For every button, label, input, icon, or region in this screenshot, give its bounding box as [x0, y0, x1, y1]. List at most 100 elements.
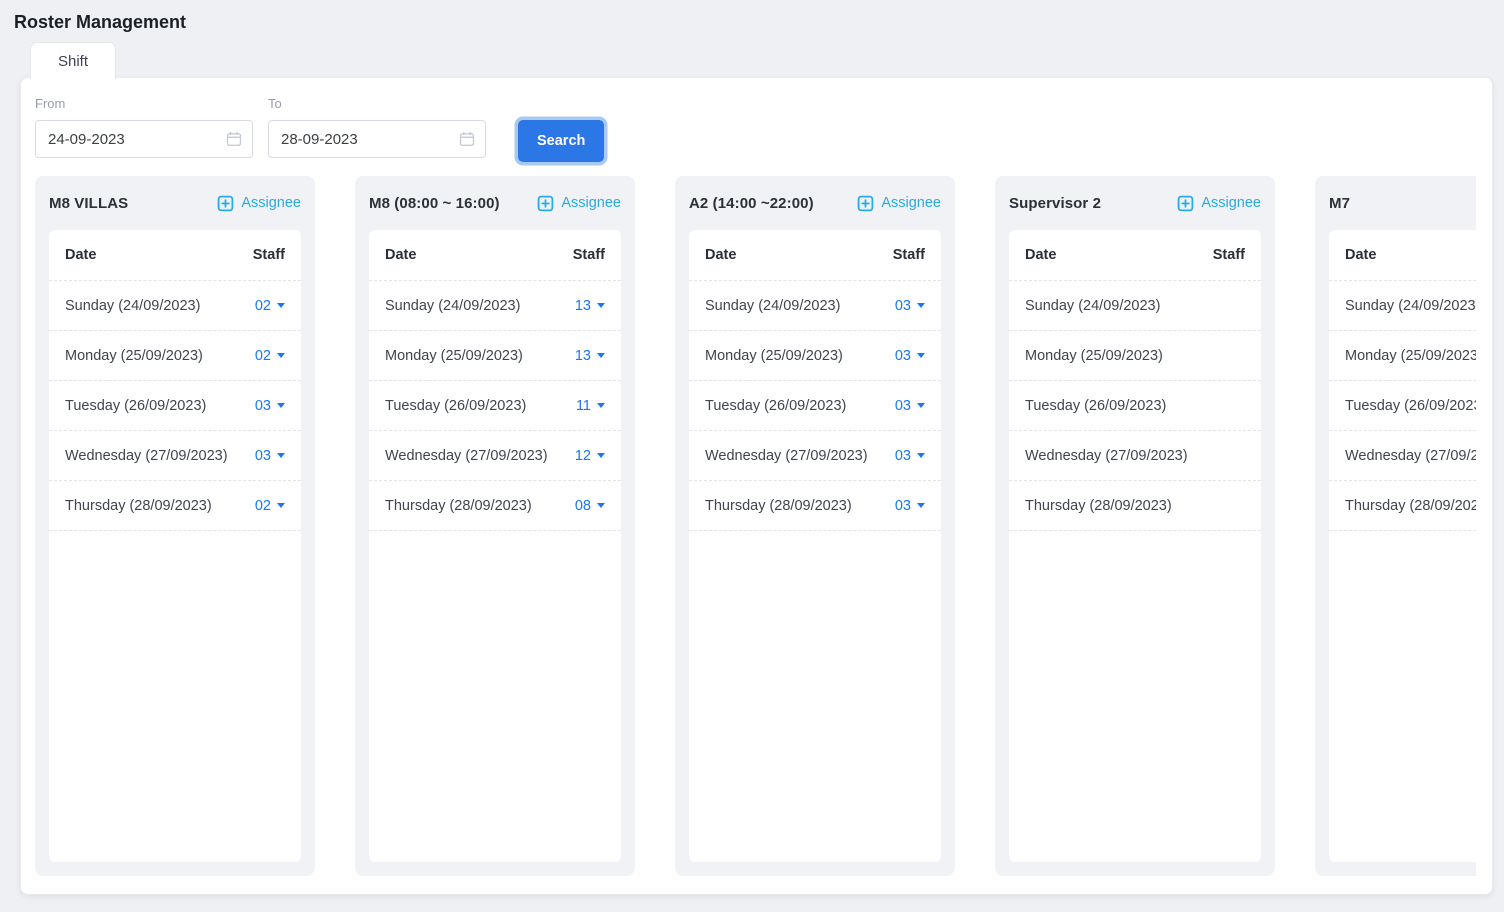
staff-count-dropdown[interactable]: 11 [576, 398, 605, 414]
shift-row: Sunday (24/09/2023) 03 [689, 281, 941, 331]
shift-row: Monday (25/09/2023) 02 [49, 331, 301, 381]
staff-count-dropdown[interactable]: 02 [255, 498, 285, 514]
staff-count-value: 03 [895, 298, 911, 314]
shift-row-date: Wednesday (27/09/2023) [1345, 448, 1492, 464]
shift-table-rows: Sunday (24/09/2023) 13 Monday (25/09/202… [369, 281, 621, 531]
caret-down-icon [597, 453, 605, 458]
caret-down-icon [597, 353, 605, 358]
shift-row-date: Tuesday (26/09/2023) [65, 398, 206, 414]
shift-row-date: Sunday (24/09/2023) [65, 298, 200, 314]
staff-count-value: 12 [575, 448, 591, 464]
shift-row-date: Monday (25/09/2023) [1345, 348, 1483, 364]
date-column-header: Date [65, 247, 96, 263]
add-assignee-button[interactable]: Assignee [537, 195, 621, 212]
shift-row: Sunday (24/09/2023) [1009, 281, 1261, 331]
shift-row: Thursday (28/09/2023) 03 [689, 481, 941, 531]
shift-row-date: Thursday (28/09/2023) [65, 498, 212, 514]
shift-row: Monday (25/09/2023) 03 [689, 331, 941, 381]
staff-column-header: Staff [253, 247, 285, 263]
shift-table-header: Date Staff [49, 230, 301, 281]
caret-down-icon [277, 403, 285, 408]
shift-row-date: Thursday (28/09/2023) [385, 498, 532, 514]
shift-row-date: Sunday (24/09/2023) [705, 298, 840, 314]
staff-count-dropdown[interactable]: 13 [575, 298, 605, 314]
shift-table-rows: Sunday (24/09/2023) 02 Monday (25/09/202… [49, 281, 301, 531]
date-column-header: Date [1025, 247, 1056, 263]
shift-table: Date Staff Sunday (24/09/2023) 13 Monday… [369, 230, 621, 862]
staff-count-dropdown[interactable]: 08 [575, 498, 605, 514]
shift-row-date: Thursday (28/09/2023) [705, 498, 852, 514]
tab-shift[interactable]: Shift [30, 42, 116, 79]
shift-row-date: Sunday (24/09/2023) [385, 298, 520, 314]
staff-column-header: Staff [893, 247, 925, 263]
to-date-input[interactable] [268, 120, 486, 158]
staff-count-value: 03 [895, 498, 911, 514]
staff-count-dropdown[interactable]: 03 [895, 448, 925, 464]
shift-card-header: M8 VILLAS Assignee [49, 176, 301, 230]
shift-row-date: Sunday (24/09/2023) [1345, 298, 1480, 314]
shift-table-rows: Sunday (24/09/2023) Monday (25/09/2023) … [1009, 281, 1261, 531]
from-label: From [35, 96, 253, 112]
shift-table-header: Date Staff [689, 230, 941, 281]
staff-count-value: 02 [255, 498, 271, 514]
shift-card-title: M8 VILLAS [49, 195, 128, 212]
staff-count-dropdown[interactable]: 13 [575, 348, 605, 364]
shift-row-date: Tuesday (26/09/2023) [385, 398, 526, 414]
shift-row-date: Tuesday (26/09/2023) [1345, 398, 1486, 414]
staff-count-dropdown[interactable]: 03 [895, 498, 925, 514]
staff-count-value: 13 [575, 348, 591, 364]
shift-row-date: Monday (25/09/2023) [1025, 348, 1163, 364]
page-title: Roster Management [14, 10, 1493, 34]
shift-card-header: M7 Assignee [1329, 176, 1492, 230]
shift-card: M8 VILLAS Assignee Date Staff Sunday (24… [35, 176, 315, 876]
shift-row-date: Monday (25/09/2023) [65, 348, 203, 364]
staff-count-value: 02 [255, 298, 271, 314]
caret-down-icon [597, 503, 605, 508]
add-assignee-button[interactable]: Assignee [1177, 195, 1261, 212]
date-column-header: Date [705, 247, 736, 263]
shift-row-date: Thursday (28/09/2023) [1345, 498, 1492, 514]
caret-down-icon [277, 303, 285, 308]
shift-card: M7 Assignee Date Staff Sunday (24/09/202… [1315, 176, 1492, 876]
shift-card: A2 (14:00 ~22:00) Assignee Date Staff Su… [675, 176, 955, 876]
shift-row: Sunday (24/09/2023) [1329, 281, 1492, 331]
staff-count-value: 03 [255, 398, 271, 414]
shift-columns-scroller[interactable]: M8 VILLAS Assignee Date Staff Sunday (24… [21, 176, 1492, 876]
staff-count-dropdown[interactable]: 03 [255, 398, 285, 414]
shift-table-header: Date Staff [1329, 230, 1492, 281]
staff-count-dropdown[interactable]: 03 [895, 348, 925, 364]
caret-down-icon [917, 503, 925, 508]
shift-row: Tuesday (26/09/2023) 03 [689, 381, 941, 431]
staff-count-dropdown[interactable]: 03 [895, 398, 925, 414]
to-label: To [268, 96, 486, 112]
staff-count-dropdown[interactable]: 12 [575, 448, 605, 464]
staff-count-value: 11 [576, 398, 591, 414]
plus-square-icon [1177, 195, 1194, 212]
staff-count-dropdown[interactable]: 03 [895, 298, 925, 314]
filter-bar: From To [21, 96, 1492, 158]
add-assignee-button[interactable]: Assignee [857, 195, 941, 212]
caret-down-icon [597, 403, 605, 408]
shift-card: Supervisor 2 Assignee Date Staff Sunday … [995, 176, 1275, 876]
from-date-input[interactable] [35, 120, 253, 158]
staff-count-value: 13 [575, 298, 591, 314]
shift-card-title: A2 (14:00 ~22:00) [689, 195, 814, 212]
shift-row-date: Wednesday (27/09/2023) [65, 448, 228, 464]
shift-row-date: Monday (25/09/2023) [705, 348, 843, 364]
shift-row-date: Monday (25/09/2023) [385, 348, 523, 364]
caret-down-icon [277, 453, 285, 458]
shift-row: Monday (25/09/2023) [1329, 331, 1492, 381]
add-assignee-button[interactable]: Assignee [217, 195, 301, 212]
search-button[interactable]: Search [518, 120, 604, 162]
caret-down-icon [917, 403, 925, 408]
staff-count-dropdown[interactable]: 02 [255, 348, 285, 364]
shift-row-date: Tuesday (26/09/2023) [705, 398, 846, 414]
staff-count-dropdown[interactable]: 02 [255, 298, 285, 314]
staff-count-dropdown[interactable]: 03 [255, 448, 285, 464]
caret-down-icon [917, 353, 925, 358]
shift-row: Tuesday (26/09/2023) 03 [49, 381, 301, 431]
plus-square-icon [537, 195, 554, 212]
from-date-field: From [35, 96, 253, 158]
shift-row: Tuesday (26/09/2023) [1329, 381, 1492, 431]
shift-row: Wednesday (27/09/2023) 03 [689, 431, 941, 481]
